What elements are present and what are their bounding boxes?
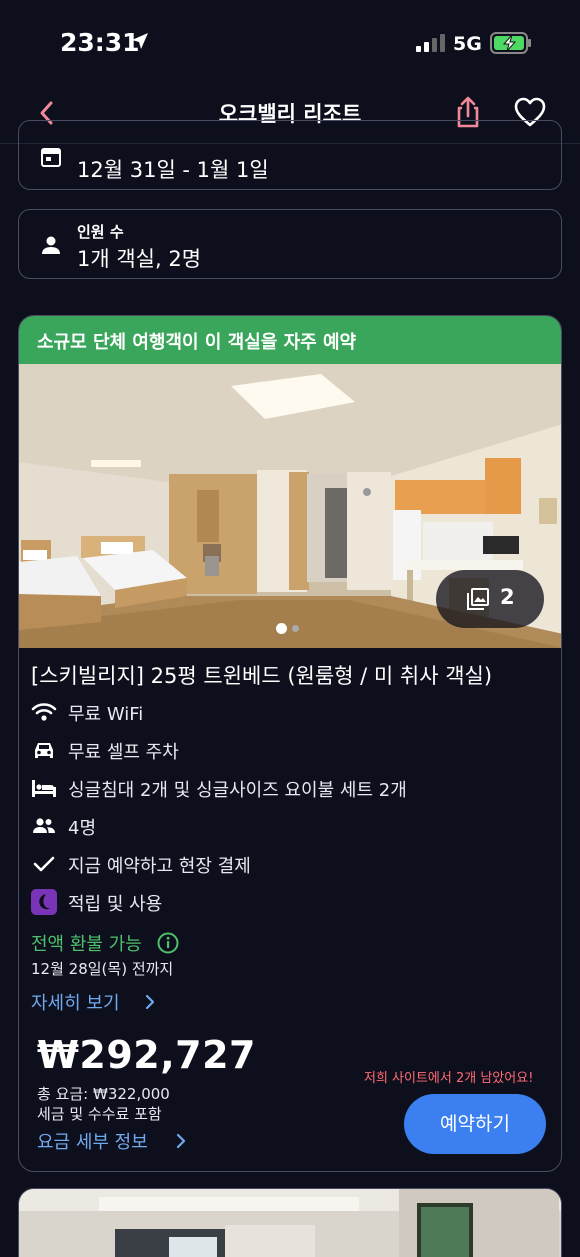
network-type: 5G xyxy=(453,33,482,55)
info-icon[interactable] xyxy=(157,932,179,954)
amenity-item: 무료 셀프 주차 xyxy=(31,735,551,765)
price-details-link[interactable]: 요금 세부 정보 xyxy=(37,1128,148,1154)
photo-count-badge[interactable]: 2 xyxy=(436,570,544,628)
calendar-icon xyxy=(41,148,61,167)
amenity-text: 무료 WiFi xyxy=(68,704,144,725)
room-photo[interactable]: 2 xyxy=(19,364,561,648)
status-time: 23:31 xyxy=(60,28,140,57)
location-arrow-icon xyxy=(132,33,148,49)
amenity-text: 4명 xyxy=(68,818,97,839)
amenity-item: 싱글침대 2개 및 싱글사이즈 요이불 세트 2개 xyxy=(31,773,551,803)
popular-banner: 소규모 단체 여행객이 이 객실을 자주 예약 xyxy=(19,316,561,364)
signal-icon xyxy=(416,34,448,52)
tax-note: 세금 및 수수료 포함 xyxy=(37,1105,162,1123)
person-icon xyxy=(42,236,60,254)
amenity-text: 적립 및 사용 xyxy=(68,894,163,915)
check-icon xyxy=(33,856,55,872)
nightly-price: ₩292,727 xyxy=(37,1033,256,1077)
people-icon xyxy=(33,818,55,833)
status-bar: 23:31 5G xyxy=(0,0,580,86)
guests-label: 인원 수 xyxy=(77,223,124,241)
rooms-remaining-alert: 저희 사이트에서 2개 남았어요! xyxy=(364,1071,534,1086)
amenity-text: 무료 셀프 주차 xyxy=(68,742,179,763)
bed-icon xyxy=(32,780,56,797)
room-card: 소규모 단체 여행객이 이 객실을 자주 예약 2 [스키빌리지] 25평 트윈… xyxy=(18,315,562,1172)
wifi-icon xyxy=(31,703,57,721)
refund-deadline: 12월 28일(목) 전까지 xyxy=(31,960,174,978)
photo-pager xyxy=(276,618,304,637)
guests-field[interactable]: 인원 수 1개 객실, 2명 xyxy=(18,209,562,279)
dates-value: 12월 31일 - 1월 1일 xyxy=(77,158,269,182)
amenity-text: 싱글침대 2개 및 싱글사이즈 요이불 세트 2개 xyxy=(68,780,407,801)
gallery-icon xyxy=(467,588,489,610)
room-name: [스키빌리지] 25평 트윈베드 (원룸형 / 미 취사 객실) xyxy=(31,664,493,688)
moon-icon xyxy=(31,889,57,915)
battery-charging-icon xyxy=(490,32,531,54)
guests-value: 1개 객실, 2명 xyxy=(77,247,202,271)
book-button[interactable]: 예약하기 xyxy=(404,1094,546,1154)
more-details-link[interactable]: 자세히 보기 xyxy=(31,989,120,1015)
next-room-card[interactable] xyxy=(18,1188,562,1257)
amenity-text: 지금 예약하고 현장 결제 xyxy=(68,856,251,877)
dates-field[interactable]: 12월 31일 - 1월 1일 xyxy=(18,120,562,190)
refund-status: 전액 환불 가능 xyxy=(31,934,142,955)
amenity-item: 무료 WiFi xyxy=(31,697,551,727)
photo-count: 2 xyxy=(500,585,515,609)
amenity-item: 적립 및 사용 xyxy=(31,887,551,917)
amenity-item: 4명 xyxy=(31,811,551,841)
chevron-right-icon xyxy=(176,1133,186,1149)
car-icon xyxy=(35,743,53,758)
amenity-item: 지금 예약하고 현장 결제 xyxy=(31,849,551,879)
chevron-right-icon xyxy=(145,994,155,1010)
total-price: 총 요금: ₩322,000 xyxy=(37,1085,170,1103)
